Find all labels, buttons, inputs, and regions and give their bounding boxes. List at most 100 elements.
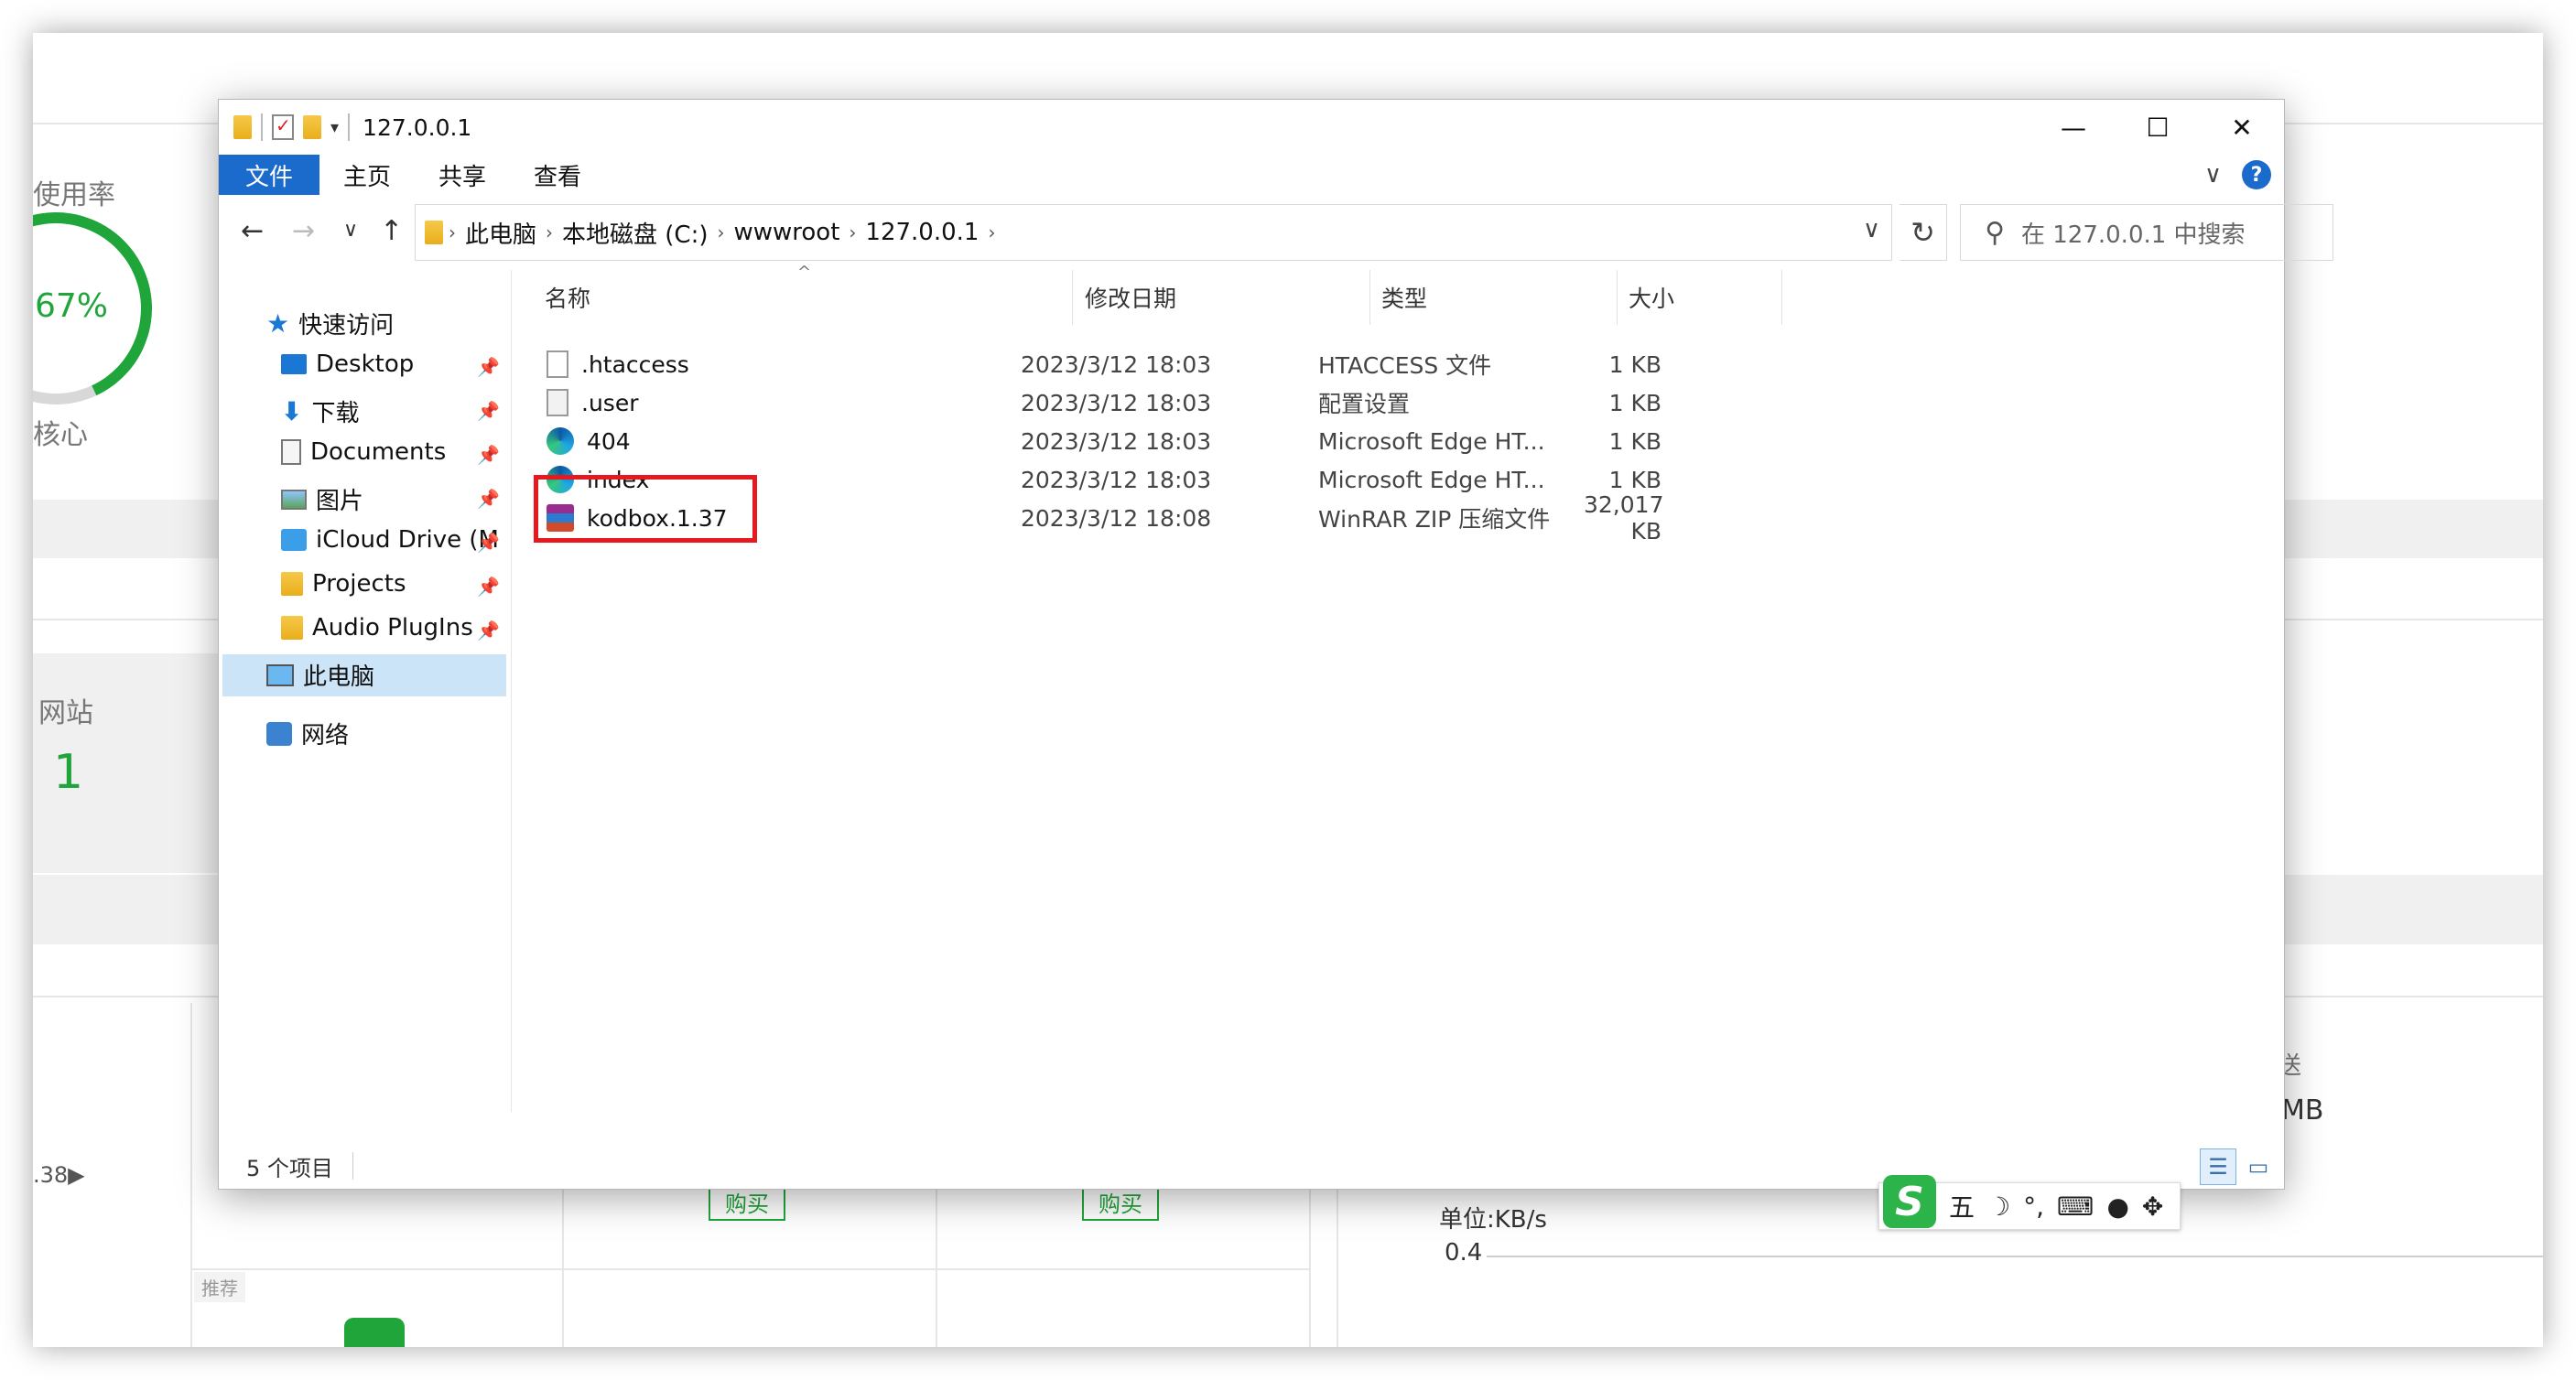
- pin-icon[interactable]: 📌: [477, 400, 500, 422]
- chevron-right-icon[interactable]: ›: [546, 221, 553, 243]
- tab-view[interactable]: 查看: [510, 158, 605, 192]
- customize-toolbar-icon[interactable]: ▾: [330, 118, 339, 137]
- file-name-cell: 404: [547, 427, 631, 455]
- title-bar: ▾ 127.0.0.1 — ☐ ✕: [219, 100, 2284, 155]
- tab-home[interactable]: 主页: [319, 158, 415, 192]
- pin-icon[interactable]: 📌: [477, 356, 500, 378]
- breadcrumb-wwwroot[interactable]: wwwroot: [733, 219, 839, 246]
- sidebar-item-icloud[interactable]: iCloud Drive (M: [281, 526, 499, 554]
- sidebar-item-audio-plugins[interactable]: Audio PlugIns: [281, 614, 473, 641]
- refresh-button[interactable]: ↻: [1900, 204, 1947, 261]
- close-button[interactable]: ✕: [2200, 100, 2284, 155]
- sidebar-item-label: 快速访问: [298, 312, 395, 340]
- input-mode-toggle[interactable]: 五: [1949, 1188, 1975, 1224]
- search-input[interactable]: 在 127.0.0.1 中搜索: [2021, 216, 2246, 250]
- file-row[interactable]: .htaccess 2023/3/12 18:03 HTACCESS 文件 1 …: [536, 345, 2000, 383]
- column-divider[interactable]: [1369, 270, 1370, 325]
- recent-locations-button[interactable]: ∨: [343, 219, 358, 242]
- site-label: 网站: [38, 697, 93, 729]
- apps-icon[interactable]: ✥: [2142, 1191, 2163, 1222]
- file-size: 32,017 KB: [1584, 491, 1664, 544]
- mb-fragment: MB: [2281, 1094, 2324, 1127]
- separator: [261, 113, 263, 141]
- chevron-right-icon[interactable]: ›: [849, 221, 856, 243]
- sidebar-item-quick-access[interactable]: ★ 快速访问: [266, 307, 394, 340]
- site-count[interactable]: 1: [53, 745, 83, 800]
- column-header-name[interactable]: 名称: [545, 270, 590, 325]
- sidebar-item-downloads[interactable]: ⬇ 下载: [281, 394, 359, 428]
- chevron-right-icon[interactable]: ›: [717, 221, 724, 243]
- navigation-bar: ← → ∨ ↑ › 此电脑 › 本地磁盘 (C:) › wwwroot › 12…: [219, 204, 2333, 261]
- usage-label: 使用率: [33, 179, 115, 211]
- file-type: Microsoft Edge HT...: [1318, 427, 1545, 455]
- sidebar-item-label: Audio PlugIns: [312, 614, 473, 641]
- up-button[interactable]: ↑: [380, 215, 403, 247]
- keyboard-icon[interactable]: ⌨: [2057, 1191, 2094, 1222]
- file-row[interactable]: 404 2023/3/12 18:03 Microsoft Edge HT...…: [536, 422, 2000, 460]
- back-button[interactable]: ←: [241, 215, 264, 247]
- column-divider[interactable]: [1072, 270, 1073, 325]
- column-header-size[interactable]: 大小: [1629, 270, 1674, 325]
- shield-icon: [344, 1318, 405, 1347]
- file-type: HTACCESS 文件: [1318, 352, 1492, 379]
- breadcrumb-local-disk[interactable]: 本地磁盘 (C:): [562, 216, 708, 250]
- chevron-right-icon[interactable]: ›: [988, 221, 995, 243]
- forward-button[interactable]: →: [292, 215, 315, 247]
- minimize-button[interactable]: —: [2031, 100, 2116, 155]
- sidebar-item-label: iCloud Drive (M: [316, 526, 499, 554]
- star-icon: ★: [266, 308, 290, 339]
- pin-icon[interactable]: 📌: [477, 532, 500, 554]
- punctuation-icon[interactable]: °,: [2023, 1191, 2044, 1222]
- user-icon[interactable]: ●: [2106, 1191, 2128, 1222]
- file-date: 2023/3/12 18:03: [1021, 350, 1212, 378]
- chevron-right-icon[interactable]: ›: [449, 221, 456, 243]
- column-header-date[interactable]: 修改日期: [1085, 270, 1176, 325]
- sidebar-item-documents[interactable]: Documents: [281, 438, 446, 466]
- moon-icon[interactable]: ☽: [1987, 1191, 2010, 1222]
- maximize-button[interactable]: ☐: [2116, 100, 2200, 155]
- blank-file-icon: [547, 350, 568, 378]
- column-divider[interactable]: [1617, 270, 1618, 325]
- version-fragment[interactable]: .38▶: [33, 1162, 85, 1188]
- sidebar-item-label: 网络: [301, 722, 350, 749]
- sidebar-item-label: 图片: [316, 488, 364, 515]
- file-type: Microsoft Edge HT...: [1318, 466, 1545, 493]
- file-row[interactable]: .user 2023/3/12 18:03 配置设置 1 KB: [536, 383, 2000, 422]
- column-header-type[interactable]: 类型: [1381, 270, 1427, 325]
- sidebar-item-this-pc[interactable]: 此电脑: [266, 658, 374, 692]
- sort-ascending-icon: ^: [797, 263, 812, 282]
- details-view-icon[interactable]: ☰: [2200, 1148, 2236, 1185]
- chart-axis-value: 0.4: [1445, 1239, 1483, 1267]
- address-bar[interactable]: › 此电脑 › 本地磁盘 (C:) › wwwroot › 127.0.0.1 …: [415, 204, 1892, 261]
- sidebar-item-network[interactable]: 网络: [266, 717, 349, 750]
- pin-icon[interactable]: 📌: [477, 444, 500, 466]
- large-icons-view-icon[interactable]: ▭: [2240, 1148, 2277, 1185]
- window-title: 127.0.0.1: [363, 113, 472, 141]
- sogou-logo-icon[interactable]: S: [1883, 1175, 1936, 1228]
- sidebar-item-pictures[interactable]: 图片: [281, 482, 363, 516]
- search-box[interactable]: ⚲ 在 127.0.0.1 中搜索: [1960, 204, 2333, 261]
- pin-icon[interactable]: 📌: [477, 620, 500, 641]
- tab-share[interactable]: 共享: [415, 158, 510, 192]
- column-divider[interactable]: [1781, 270, 1782, 325]
- sidebar-item-label: 下载: [311, 400, 360, 427]
- tab-file[interactable]: 文件: [219, 155, 319, 195]
- pin-icon[interactable]: 📌: [477, 488, 500, 510]
- unit-label: 单位:KB/s: [1439, 1206, 1547, 1234]
- help-icon[interactable]: ?: [2242, 160, 2271, 189]
- pin-icon[interactable]: 📌: [477, 576, 500, 598]
- window-controls: — ☐ ✕: [2031, 100, 2284, 155]
- chevron-down-icon[interactable]: ∨: [1863, 216, 1880, 243]
- expand-ribbon-icon[interactable]: ∨: [2204, 161, 2222, 189]
- breadcrumb-127[interactable]: 127.0.0.1: [865, 219, 979, 246]
- folder-icon: [425, 221, 443, 244]
- breadcrumb-this-pc[interactable]: 此电脑: [465, 216, 536, 250]
- sidebar-item-label: Desktop: [316, 350, 415, 378]
- desktop-icon: [281, 354, 307, 374]
- sidebar-item-desktop[interactable]: Desktop: [281, 350, 414, 378]
- sidebar-item-projects[interactable]: Projects: [281, 570, 406, 598]
- folder-icon: [281, 572, 303, 596]
- new-folder-icon[interactable]: [303, 115, 321, 139]
- file-explorer-window: ▾ 127.0.0.1 — ☐ ✕ 文件 主页 共享 查看 ∨ ? ← → ∨ …: [218, 99, 2333, 1190]
- properties-icon[interactable]: [272, 114, 294, 140]
